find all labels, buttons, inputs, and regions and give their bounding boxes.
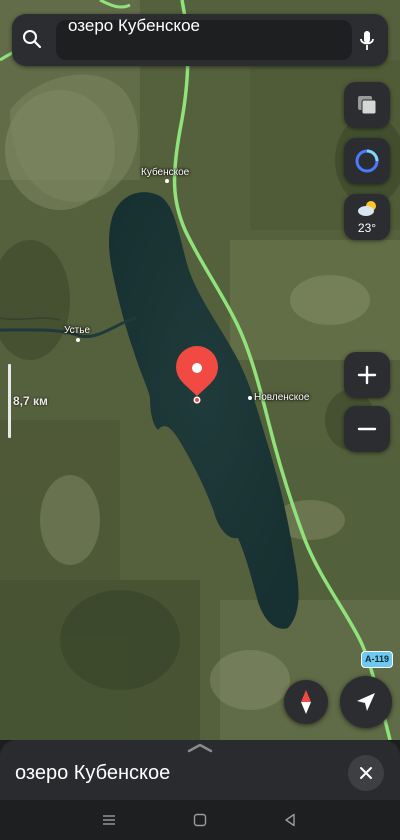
microphone-icon[interactable]	[360, 30, 374, 52]
scale-label: 8,7 км	[13, 394, 48, 408]
system-navigation-bar	[0, 800, 400, 840]
screen: Кубенское Устье Новленское озеро Кубенск…	[0, 0, 400, 840]
close-icon	[360, 767, 372, 779]
search-input[interactable]: озеро Кубенское	[68, 16, 200, 36]
place-title: озеро Кубенское	[15, 762, 171, 784]
menu-icon[interactable]	[102, 813, 116, 827]
my-location-button[interactable]	[340, 676, 392, 728]
zoom-in-button[interactable]	[344, 352, 390, 398]
location-arrow-icon	[357, 693, 375, 711]
zoom-out-button[interactable]	[344, 406, 390, 452]
satellite-map[interactable]	[0, 0, 400, 740]
place-label-kubenskoe: Кубенское	[141, 167, 190, 178]
minus-icon	[357, 427, 377, 431]
place-card-sheet[interactable]: озеро Кубенское	[0, 740, 400, 800]
scale-bar	[8, 364, 11, 438]
search-icon[interactable]	[22, 29, 42, 49]
place-label-novlenskoe: Новленское	[254, 392, 310, 403]
weather-widget[interactable]: 23°	[344, 194, 390, 240]
back-icon[interactable]	[283, 813, 297, 827]
layers-icon	[358, 96, 377, 115]
alice-assistant-icon	[355, 149, 379, 173]
plus-icon	[357, 365, 377, 385]
chevron-up-icon[interactable]	[187, 743, 213, 753]
compass-button[interactable]	[284, 680, 328, 724]
alice-assistant-button[interactable]	[344, 138, 390, 184]
compass-icon	[301, 690, 311, 714]
partly-cloudy-icon	[358, 201, 376, 216]
weather-temperature: 23°	[357, 221, 377, 235]
layers-button[interactable]	[344, 82, 390, 128]
place-label-ustye: Устье	[64, 325, 91, 336]
home-icon[interactable]	[193, 813, 207, 827]
close-button[interactable]	[348, 755, 384, 791]
road-number-badge: А-119	[361, 651, 393, 668]
